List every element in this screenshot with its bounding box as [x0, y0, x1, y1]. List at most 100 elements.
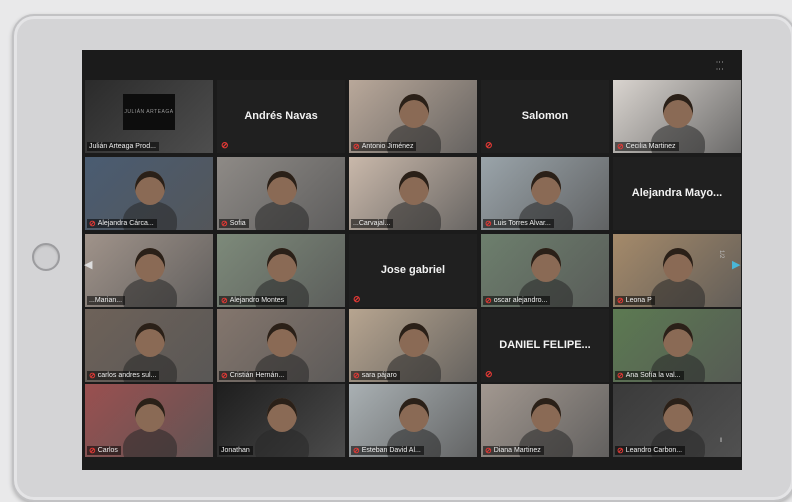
- participant-label-text: Sofia: [229, 220, 246, 227]
- participant-tile[interactable]: ⊘ Antonio Jiménez: [349, 80, 477, 153]
- participant-tile[interactable]: ⊘ Sofia: [217, 157, 345, 230]
- mic-muted-icon: ⊘: [353, 371, 360, 380]
- mic-muted-icon: ⊘: [221, 371, 228, 380]
- participant-tile[interactable]: ⊘ Diana Martinez: [481, 384, 609, 457]
- participant-label: ⊘ Cecilia Martinez: [615, 142, 679, 151]
- mic-muted-icon: ⊘: [485, 446, 492, 455]
- mic-muted-icon: ⊘: [485, 219, 492, 228]
- participant-tile[interactable]: ...Carvajal...: [349, 157, 477, 230]
- participant-tile[interactable]: Alejandra Mayo...: [613, 157, 741, 230]
- participant-label: ⊘ oscar alejandro...: [483, 296, 551, 305]
- participant-name: Alejandra Mayo...: [631, 187, 723, 199]
- participant-tile[interactable]: Jonathan: [217, 384, 345, 457]
- participant-gallery: JULIÁN ARTEAGA Julián Arteaga Prod... Andr…: [82, 50, 742, 470]
- participant-label-text: Cristián Hernán...: [229, 372, 285, 379]
- brand-logo: JULIÁN ARTEAGA: [123, 94, 175, 130]
- participant-label-text: Jonathan: [221, 447, 250, 454]
- mic-muted-icon: ⊘: [353, 142, 360, 151]
- participant-tile[interactable]: Salomon ⊘: [481, 80, 609, 153]
- chevron-right-icon[interactable]: ▶: [732, 258, 740, 272]
- chevron-left-icon[interactable]: ◀: [84, 258, 92, 272]
- participant-face: [135, 248, 165, 282]
- mic-muted-icon: ⊘: [89, 371, 96, 380]
- participant-tile[interactable]: ⊘ Carlos: [85, 384, 213, 457]
- participant-face: [663, 94, 693, 128]
- participant-face: [267, 248, 297, 282]
- participant-label: ⊘ Alejandro Montes: [219, 296, 288, 305]
- participant-label: ⊘ Ana Sofía la val...: [615, 371, 684, 380]
- participant-tile[interactable]: JULIÁN ARTEAGA Julián Arteaga Prod...: [85, 80, 213, 153]
- participant-silhouette: [387, 201, 441, 230]
- participant-label-text: Ana Sofía la val...: [625, 372, 681, 379]
- mic-muted-icon: ⊘: [89, 446, 96, 455]
- participant-silhouette: [123, 278, 177, 307]
- scroll-indicator-bottom: ‖: [718, 438, 724, 444]
- participant-label-text: Carlos: [97, 447, 118, 454]
- participant-tile[interactable]: ⊘ Leona P: [613, 234, 741, 307]
- participant-face: [399, 398, 429, 432]
- participant-label: ⊘ carlos andres sul...: [87, 371, 160, 380]
- participant-silhouette: [255, 201, 309, 230]
- mic-muted-icon: ⊘: [353, 294, 361, 304]
- participant-silhouette: [651, 278, 705, 307]
- participant-tile[interactable]: Jose gabriel ⊘: [349, 234, 477, 307]
- mic-muted-icon: ⊘: [617, 371, 624, 380]
- participant-label: ⊘ Diana Martinez: [483, 446, 544, 455]
- participant-name: Andrés Navas: [244, 110, 318, 122]
- participant-face: [399, 171, 429, 205]
- participant-label-text: Esteban David Al...: [361, 447, 421, 454]
- participant-name: Salomon: [521, 110, 569, 122]
- participant-label: ⊘ sara pájaro: [351, 371, 400, 380]
- participant-label: ⊘ Sofia: [219, 219, 249, 228]
- mic-muted-icon: ⊘: [617, 296, 624, 305]
- participant-face: [135, 398, 165, 432]
- participant-tile[interactable]: ⊘ Esteban David Al...: [349, 384, 477, 457]
- participant-label-text: Alejandro Montes: [229, 297, 285, 304]
- participant-tile[interactable]: ⊘ Luis Torres Alvar...: [481, 157, 609, 230]
- mic-muted-icon: ⊘: [485, 296, 492, 305]
- participant-label-text: Leona P: [625, 297, 652, 304]
- more-options-icon[interactable]: ⋮⋮: [715, 58, 724, 72]
- participant-tile[interactable]: ⊘ oscar alejandro...: [481, 234, 609, 307]
- participant-label: ⊘ Cristián Hernán...: [219, 371, 288, 380]
- participant-tile[interactable]: ⊘ Ana Sofía la val...: [613, 309, 741, 382]
- participant-label: ...Carvajal...: [351, 219, 394, 228]
- participant-silhouette: [123, 428, 177, 457]
- mic-muted-icon: ⊘: [617, 446, 624, 455]
- scroll-indicator: 1/2: [718, 250, 724, 259]
- participant-label-text: oscar alejandro...: [493, 297, 548, 304]
- participant-label: ⊘ Antonio Jiménez: [351, 142, 417, 151]
- participant-label-text: Luis Torres Alvar...: [493, 220, 551, 227]
- participant-tile[interactable]: ⊘ Cecilia Martinez: [613, 80, 741, 153]
- participant-tile[interactable]: ⊘ Alejandra Cárca...: [85, 157, 213, 230]
- participant-face: [663, 248, 693, 282]
- participant-tile[interactable]: ⊘ carlos andres sul...: [85, 309, 213, 382]
- participant-label: ⊘ Leona P: [615, 296, 655, 305]
- mic-muted-icon: ⊘: [221, 219, 228, 228]
- participant-tile[interactable]: ⊘ Alejandro Montes: [217, 234, 345, 307]
- participant-name: Jose gabriel: [380, 264, 446, 276]
- participant-label: ⊘ Carlos: [87, 446, 121, 455]
- participant-tile[interactable]: DANIEL FELIPE... ⊘: [481, 309, 609, 382]
- participant-tile[interactable]: ⊘ Cristián Hernán...: [217, 309, 345, 382]
- mic-muted-icon: ⊘: [485, 140, 493, 150]
- participant-label: ...Marian...: [87, 296, 126, 305]
- participant-face: [663, 398, 693, 432]
- participant-face: [399, 94, 429, 128]
- participant-label: ⊘ Alejandra Cárca...: [87, 219, 157, 228]
- participant-tile[interactable]: Andrés Navas ⊘: [217, 80, 345, 153]
- participant-tile[interactable]: ⊘ Leandro Carbon...: [613, 384, 741, 457]
- participant-label-text: Alejandra Cárca...: [97, 220, 154, 227]
- participant-tile[interactable]: ⊘ sara pájaro: [349, 309, 477, 382]
- participant-face: [135, 171, 165, 205]
- participant-label-text: ...Carvajal...: [353, 220, 391, 227]
- video-call-screen: JULIÁN ARTEAGA Julián Arteaga Prod... Andr…: [82, 50, 742, 470]
- participant-label: ⊘ Leandro Carbon...: [615, 446, 686, 455]
- participant-face: [531, 398, 561, 432]
- participant-face: [663, 323, 693, 357]
- participant-face: [399, 323, 429, 357]
- participant-tile[interactable]: ...Marian...: [85, 234, 213, 307]
- participant-label-text: Leandro Carbon...: [625, 447, 683, 454]
- home-button[interactable]: [32, 243, 60, 271]
- participant-label: ⊘ Esteban David Al...: [351, 446, 424, 455]
